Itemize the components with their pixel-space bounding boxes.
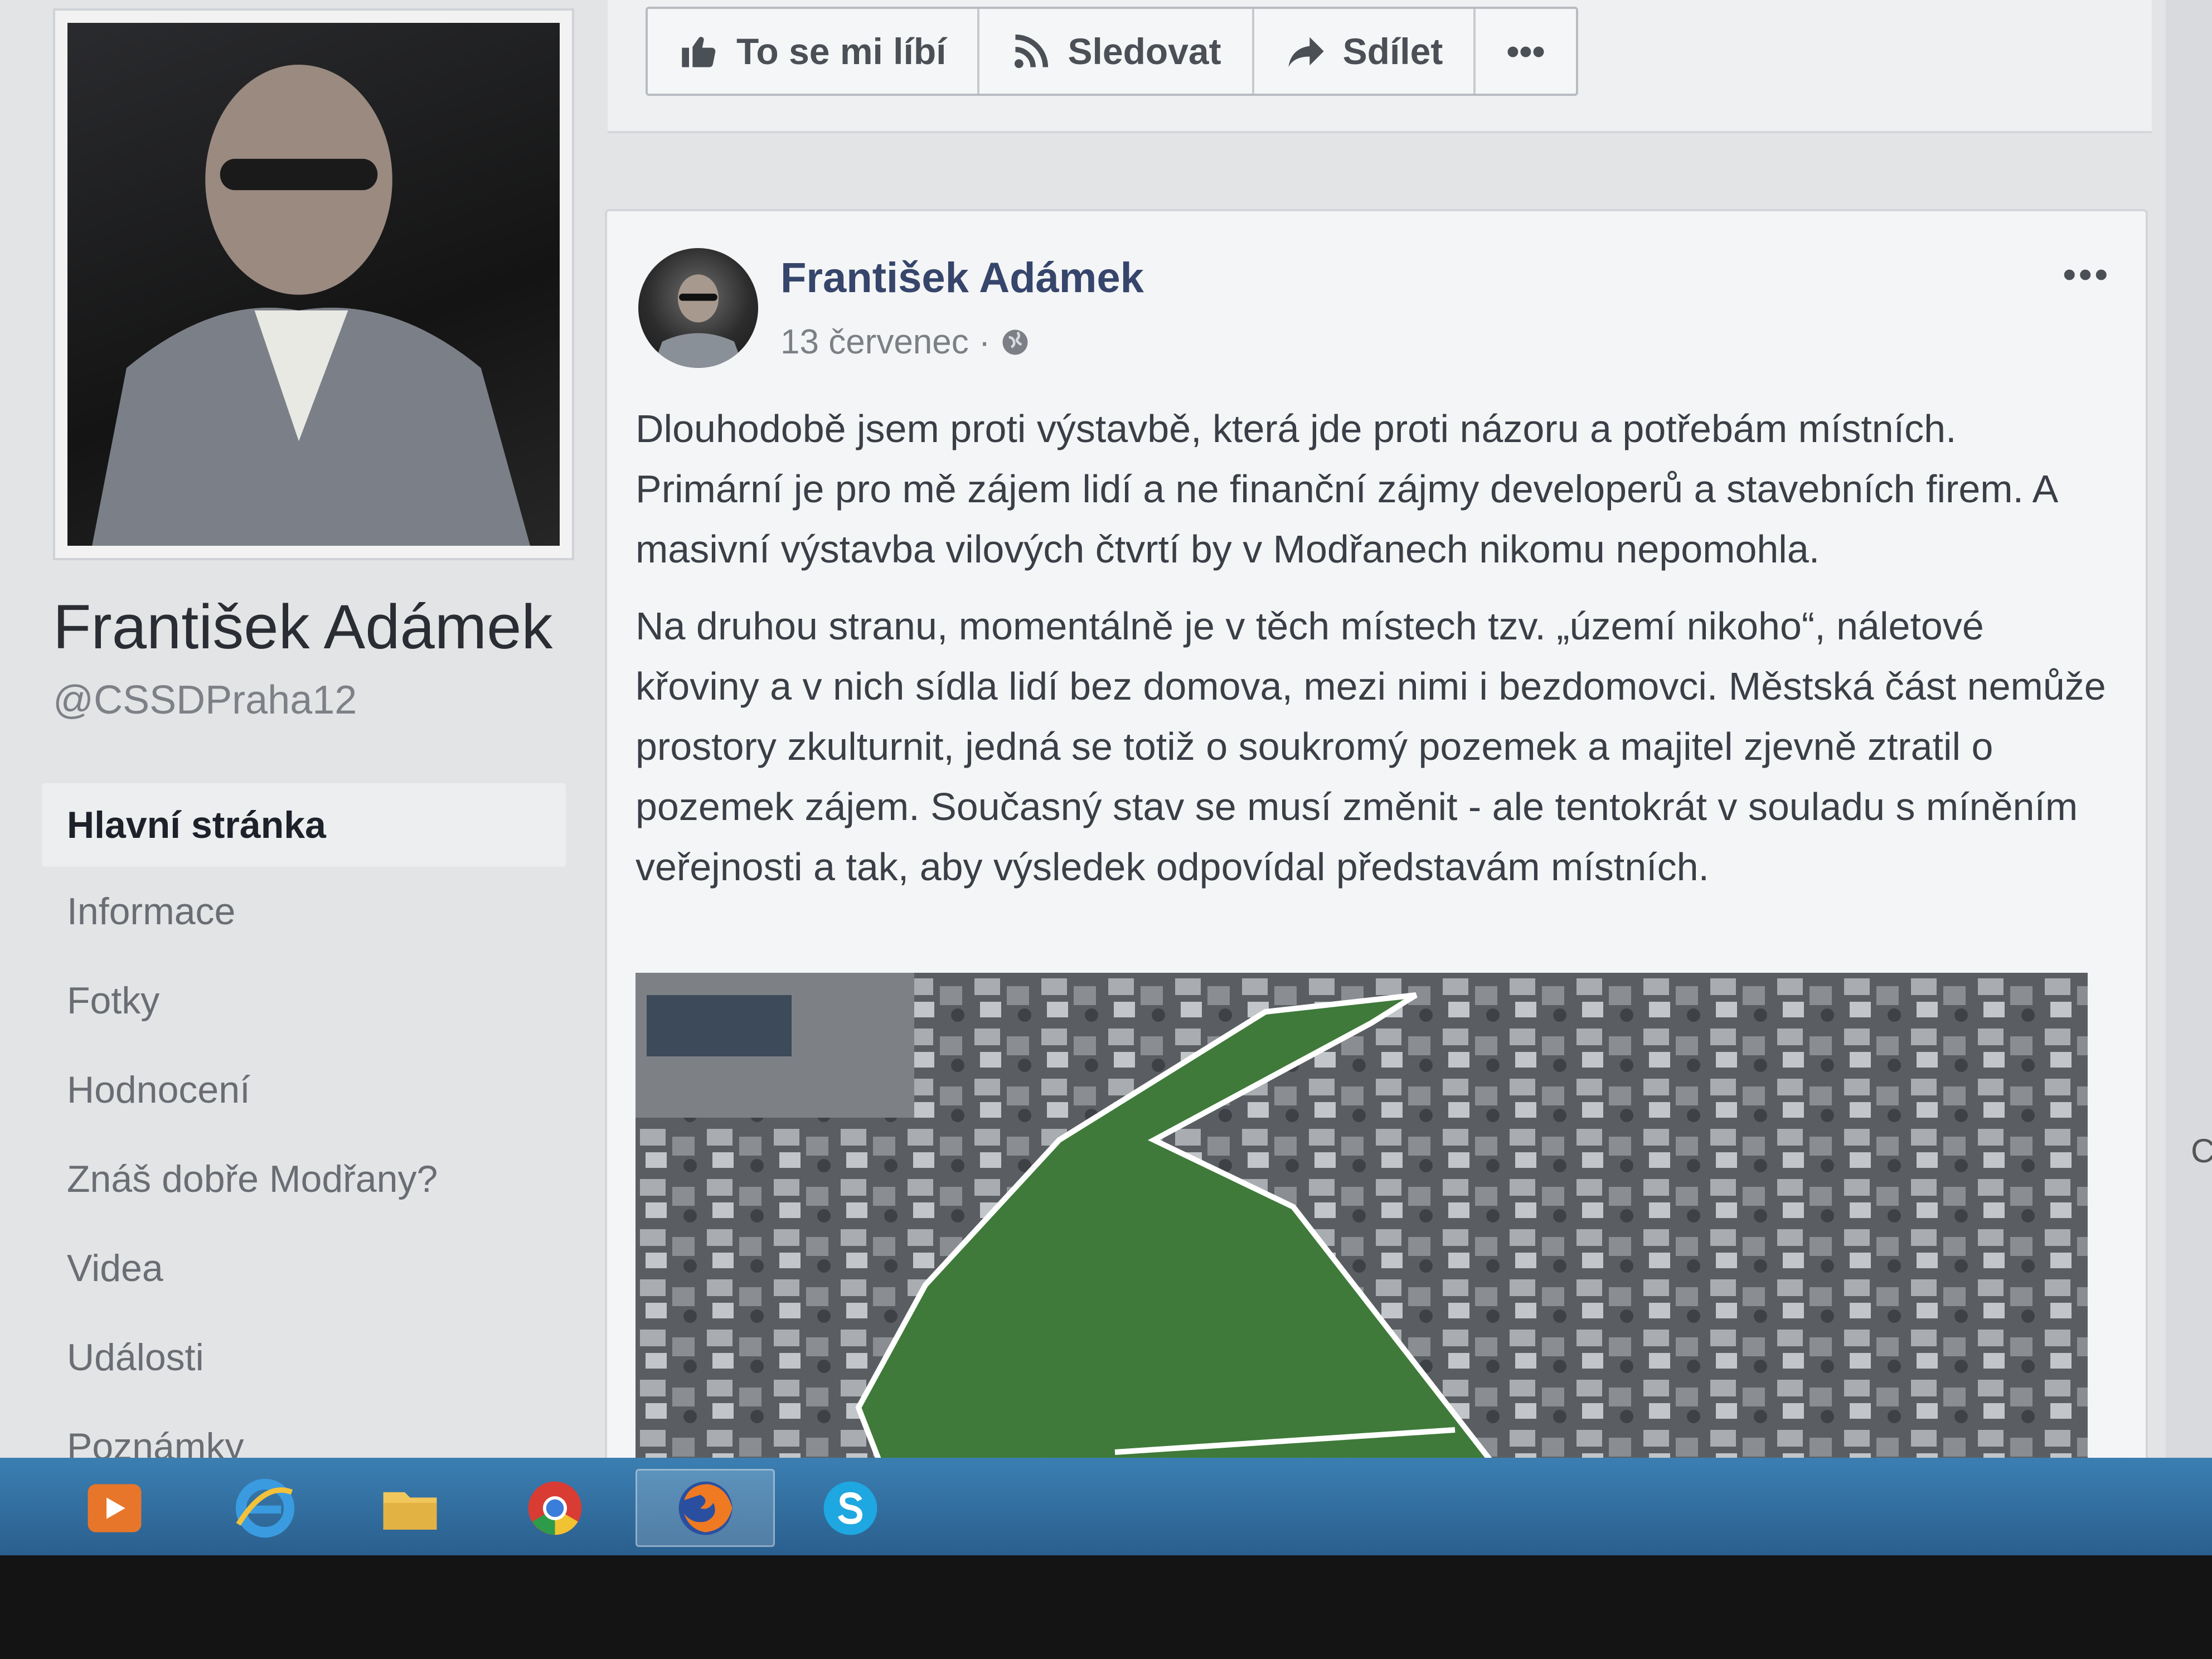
profile-photo-image: [67, 23, 560, 546]
like-button[interactable]: To se mi líbí: [648, 9, 979, 94]
nav-item-info[interactable]: Informace: [42, 867, 566, 956]
browser-screen: František Adámek @CSSDPraha12 Hlavní str…: [0, 0, 2212, 1477]
firefox-icon[interactable]: [636, 1469, 775, 1547]
post-meta: 13 červenec ·: [780, 322, 1030, 362]
share-arrow-icon: [1288, 37, 1324, 67]
page-handle[interactable]: @CSSDPraha12: [53, 677, 357, 723]
thumbs-up-icon: [682, 37, 716, 67]
post-author[interactable]: František Adámek: [780, 254, 1144, 302]
right-sidebar-edge: [2166, 0, 2212, 1477]
follow-label: Sledovat: [1068, 31, 1221, 72]
windows-taskbar: [0, 1458, 2212, 1555]
profile-photo[interactable]: [53, 8, 574, 560]
rss-icon: [1014, 34, 1048, 69]
page-name[interactable]: František Adámek: [53, 591, 552, 663]
nav-item-videos[interactable]: Videa: [42, 1224, 566, 1313]
post-aerial-map-image[interactable]: [636, 973, 2088, 1477]
globe-icon: [1002, 329, 1028, 355]
share-button[interactable]: Sdílet: [1254, 9, 1476, 94]
right-edge-letter: C: [2191, 1132, 2212, 1170]
post-paragraph: Na druhou stranu, momentálně je v těch m…: [636, 604, 2106, 889]
media-player-icon[interactable]: [72, 1469, 156, 1547]
nav-item-home[interactable]: Hlavní stránka: [42, 783, 566, 867]
nav-item-modrany[interactable]: Znáš dobře Modřany?: [42, 1134, 566, 1224]
follow-button[interactable]: Sledovat: [979, 9, 1254, 94]
more-options-icon: •••: [1506, 31, 1545, 72]
meta-separator: ·: [978, 323, 991, 361]
skype-icon[interactable]: [808, 1469, 892, 1547]
nav-item-events[interactable]: Události: [42, 1313, 566, 1402]
nav-item-reviews[interactable]: Hodnocení: [42, 1045, 566, 1134]
author-avatar[interactable]: [638, 248, 758, 368]
page-nav: Hlavní stránka Informace Fotky Hodnocení…: [42, 783, 566, 1477]
post-paragraph: Dlouhodobě jsem proti výstavbě, která jd…: [636, 407, 2056, 571]
chrome-icon[interactable]: [513, 1469, 596, 1547]
monitor-bezel: [0, 1555, 2212, 1659]
share-label: Sdílet: [1342, 31, 1443, 72]
post-options-button[interactable]: •••: [2063, 252, 2111, 297]
more-options-button[interactable]: •••: [1476, 9, 1575, 94]
like-label: To se mi líbí: [736, 31, 947, 72]
post-date[interactable]: 13 červenec: [780, 322, 969, 362]
internet-explorer-icon[interactable]: [223, 1469, 307, 1547]
file-explorer-icon[interactable]: [368, 1469, 452, 1547]
page-action-bar: To se mi líbí Sledovat Sdílet •••: [646, 7, 1578, 96]
post-text: Dlouhodobě jsem proti výstavbě, která jd…: [636, 399, 2107, 914]
nav-item-photos[interactable]: Fotky: [42, 956, 566, 1045]
